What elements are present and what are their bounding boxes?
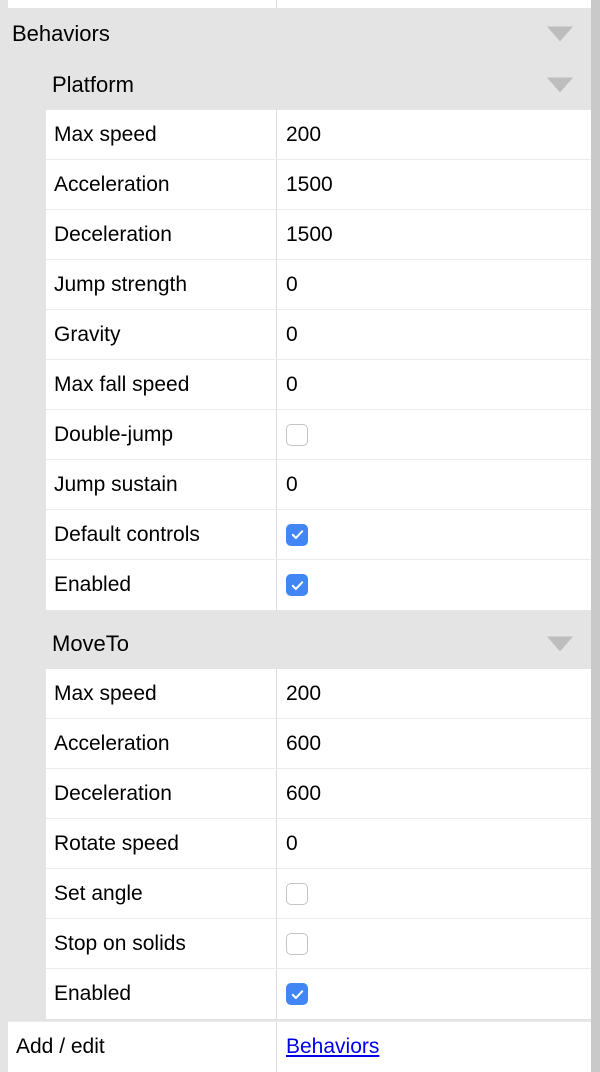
behavior-groups-container: Platform Max speed 200 Acceleration 1500 Dece…: [0, 59, 591, 1019]
triangle-down-icon[interactable]: [547, 77, 573, 92]
property-value-cell: [277, 969, 591, 1019]
behavior-group-header-platform[interactable]: Platform: [0, 59, 591, 110]
checkbox-unchecked[interactable]: [286, 932, 308, 955]
property-name: Acceleration: [46, 160, 277, 209]
property-value-text[interactable]: 0: [286, 273, 298, 297]
partial-row-value-cell: [277, 0, 591, 8]
property-value-text[interactable]: 0: [286, 373, 298, 397]
checkbox-unchecked[interactable]: [286, 423, 308, 446]
property-value-text[interactable]: 200: [286, 123, 321, 147]
property-name: Enabled: [46, 969, 277, 1019]
property-value-cell: [277, 560, 591, 610]
property-name: Max speed: [46, 669, 277, 718]
property-value-cell: 200: [277, 669, 591, 718]
behavior-group-rows: Max speed 200 Acceleration 1500 Deceleration…: [46, 110, 591, 610]
property-value-cell: 200: [277, 110, 591, 159]
triangle-down-icon[interactable]: [547, 636, 573, 651]
behaviors-section-header[interactable]: Behaviors: [0, 8, 591, 59]
checkbox-checked[interactable]: [286, 983, 308, 1005]
property-row: Stop on solids: [46, 919, 591, 969]
property-name: Stop on solids: [46, 919, 277, 968]
property-row: Default controls: [46, 510, 591, 560]
property-row: Enabled: [46, 560, 591, 610]
property-row: Max speed 200: [46, 110, 591, 160]
property-value-text[interactable]: 1500: [286, 223, 333, 247]
property-row: Double-jump: [46, 410, 591, 460]
add-edit-value-cell: Behaviors: [277, 1022, 591, 1072]
property-row: Max fall speed 0: [46, 360, 591, 410]
property-value-cell: 0: [277, 310, 591, 359]
property-value-cell: 0: [277, 360, 591, 409]
property-value-text[interactable]: 600: [286, 732, 321, 756]
property-value-cell: [277, 919, 591, 968]
partial-row-name-cell: [8, 0, 277, 8]
property-row: Set angle: [46, 869, 591, 919]
property-row: Gravity 0: [46, 310, 591, 360]
property-row: Max speed 200: [46, 669, 591, 719]
property-value-cell: [277, 410, 591, 459]
property-name: Acceleration: [46, 719, 277, 768]
behavior-group-title: Platform: [52, 71, 134, 97]
behavior-group-header-moveto[interactable]: MoveTo: [0, 618, 591, 669]
checkbox-checked[interactable]: [286, 574, 308, 596]
property-row: Enabled: [46, 969, 591, 1019]
property-value-cell: [277, 869, 591, 918]
property-value-text[interactable]: 0: [286, 323, 298, 347]
property-row: Acceleration 600: [46, 719, 591, 769]
property-name: Enabled: [46, 560, 277, 610]
property-name: Max fall speed: [46, 360, 277, 409]
property-value-cell: 0: [277, 819, 591, 868]
property-row: Jump sustain 0: [46, 460, 591, 510]
property-value-cell: 600: [277, 769, 591, 818]
property-value-text[interactable]: 0: [286, 473, 298, 497]
property-name: Jump sustain: [46, 460, 277, 509]
property-name: Default controls: [46, 510, 277, 559]
property-value-cell: 600: [277, 719, 591, 768]
property-name: Gravity: [46, 310, 277, 359]
vertical-scrollbar[interactable]: [591, 0, 600, 1072]
property-name: Max speed: [46, 110, 277, 159]
behavior-group-title: MoveTo: [52, 630, 130, 656]
property-value-cell: 0: [277, 260, 591, 309]
property-name: Deceleration: [46, 769, 277, 818]
property-value-cell: 1500: [277, 160, 591, 209]
property-value-text[interactable]: 0: [286, 832, 298, 856]
triangle-down-icon[interactable]: [547, 26, 573, 41]
property-name: Deceleration: [46, 210, 277, 259]
property-row: Acceleration 1500: [46, 160, 591, 210]
add-edit-row: Add / edit Behaviors: [8, 1021, 591, 1072]
property-name: Rotate speed: [46, 819, 277, 868]
property-value-text[interactable]: 600: [286, 782, 321, 806]
behaviors-section-title: Behaviors: [12, 20, 110, 46]
checkbox-unchecked[interactable]: [286, 882, 308, 905]
property-value-cell: 0: [277, 460, 591, 509]
property-value-cell: [277, 510, 591, 559]
property-row: Jump strength 0: [46, 260, 591, 310]
checkbox-checked[interactable]: [286, 523, 308, 546]
property-name: Jump strength: [46, 260, 277, 309]
partial-row-above: [8, 0, 591, 8]
behaviors-link[interactable]: Behaviors: [286, 1035, 379, 1059]
property-name: Set angle: [46, 869, 277, 918]
property-value-cell: 1500: [277, 210, 591, 259]
property-row: Deceleration 1500: [46, 210, 591, 260]
group-spacer: [0, 610, 591, 618]
behaviors-properties-panel: Behaviors Platform Max speed 200 Accelerati…: [0, 0, 591, 1072]
scrollbar-thumb[interactable]: [591, 0, 600, 1072]
property-row: Rotate speed 0: [46, 819, 591, 869]
property-name: Double-jump: [46, 410, 277, 459]
behavior-group-rows: Max speed 200 Acceleration 600 Deceleration 6…: [46, 669, 591, 1019]
property-value-text[interactable]: 200: [286, 682, 321, 706]
property-value-text[interactable]: 1500: [286, 173, 333, 197]
property-row: Deceleration 600: [46, 769, 591, 819]
add-edit-label: Add / edit: [8, 1022, 277, 1072]
